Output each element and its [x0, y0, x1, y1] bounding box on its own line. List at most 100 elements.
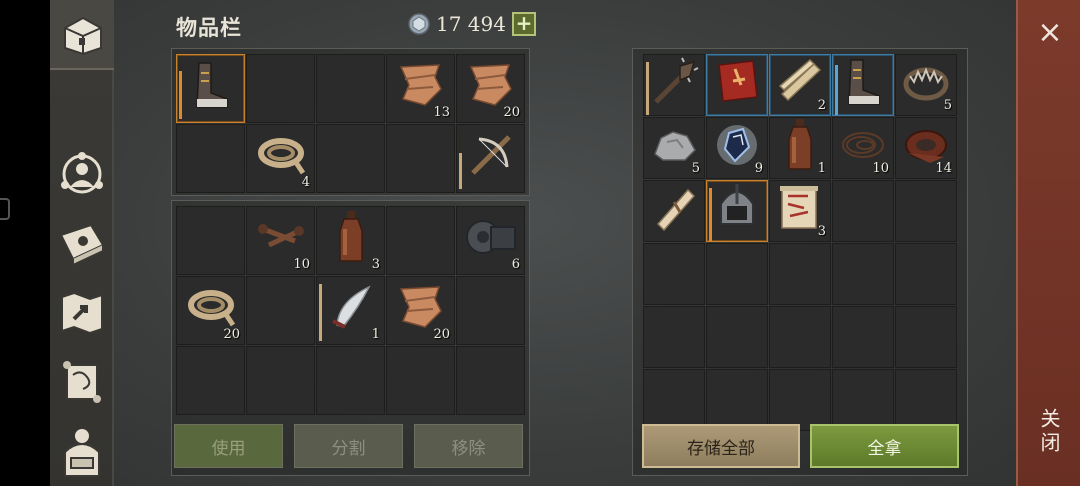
inventory-bottom-slot[interactable]: [176, 346, 245, 415]
storage-slot[interactable]: 2: [769, 54, 831, 116]
storage-slot[interactable]: [769, 306, 831, 368]
durability-bar: [319, 281, 322, 341]
inventory-grid-top: 13 20 4: [176, 54, 525, 193]
page-title: 物品栏: [176, 16, 242, 40]
tab-crafting[interactable]: [56, 218, 108, 270]
storage-slot[interactable]: [832, 180, 894, 242]
inventory-bottom-slot[interactable]: [316, 346, 385, 415]
add-currency-button[interactable]: +: [511, 12, 536, 36]
storage-slot[interactable]: 1: [769, 117, 831, 179]
durability-bar: [179, 59, 182, 119]
inventory-top-slot[interactable]: [316, 124, 385, 193]
chest-icon: [64, 16, 102, 56]
crafting-book-icon: [59, 223, 105, 267]
storage-grid: 2 5 5 9 1 10 14 3: [643, 54, 957, 431]
storage-slot[interactable]: 10: [832, 117, 894, 179]
inventory-bottom-slot[interactable]: 3: [316, 206, 385, 275]
inventory-bottom-slot[interactable]: 10: [246, 206, 315, 275]
scimitar-icon: [325, 281, 377, 337]
item-quantity: 1: [817, 161, 826, 176]
item-quantity: 5: [691, 161, 700, 176]
remove-button[interactable]: 移除: [414, 424, 523, 468]
tab-backpack[interactable]: [56, 426, 108, 478]
inventory-grid-bottom: 10 3 6 20 1 20: [176, 206, 525, 415]
item-quantity: 5: [943, 98, 952, 113]
screen-edge: [0, 0, 50, 486]
rope-icon: [255, 133, 307, 181]
item-quantity: 9: [754, 161, 763, 176]
inventory-bottom-slot[interactable]: [386, 346, 455, 415]
storage-slot[interactable]: [706, 180, 768, 242]
inventory-top-slot[interactable]: [316, 54, 385, 123]
paper-roll-icon: [648, 182, 700, 238]
inventory-top-slot[interactable]: [456, 124, 525, 193]
storage-slot[interactable]: [895, 243, 957, 305]
inventory-bottom-slot[interactable]: 20: [386, 276, 455, 345]
inventory-top-slot[interactable]: [246, 54, 315, 123]
storage-slot[interactable]: [832, 369, 894, 431]
storage-slot[interactable]: 5: [643, 117, 705, 179]
rope-icon: [185, 285, 237, 333]
inventory-top-slot[interactable]: 4: [246, 124, 315, 193]
close-label[interactable]: 关闭: [1034, 408, 1064, 456]
storage-slot[interactable]: 9: [706, 117, 768, 179]
tab-inventory[interactable]: [50, 0, 116, 70]
storage-slot[interactable]: [769, 243, 831, 305]
inventory-bottom-slot[interactable]: 6: [456, 206, 525, 275]
storage-slot[interactable]: [643, 180, 705, 242]
storage-slot[interactable]: [706, 306, 768, 368]
close-panel[interactable]: × 关闭: [1016, 0, 1080, 486]
crossbow-icon: [465, 129, 517, 185]
boots-icon: [841, 56, 885, 112]
storage-slot[interactable]: [706, 243, 768, 305]
item-quantity: 20: [433, 327, 450, 342]
storage-slot[interactable]: 5: [895, 54, 957, 116]
tab-character[interactable]: [56, 148, 108, 200]
storage-slot[interactable]: [895, 306, 957, 368]
tab-map[interactable]: [56, 286, 108, 338]
inventory-bottom-slot[interactable]: [246, 346, 315, 415]
currency-amount: 17 494: [436, 12, 506, 36]
storage-slot[interactable]: [895, 180, 957, 242]
take-all-button[interactable]: 全拿: [810, 424, 959, 468]
inventory-top-slot[interactable]: 20: [456, 54, 525, 123]
inventory-top-slot[interactable]: [176, 54, 245, 123]
nails-icon: [255, 215, 307, 263]
storage-slot[interactable]: [895, 369, 957, 431]
storage-slot[interactable]: [832, 306, 894, 368]
item-quantity: 3: [817, 224, 826, 239]
storage-slot[interactable]: [706, 54, 768, 116]
storage-slot[interactable]: [769, 369, 831, 431]
item-quantity: 20: [503, 105, 520, 120]
map-icon: [61, 291, 103, 335]
tab-quests[interactable]: [56, 356, 108, 408]
inventory-bottom-slot[interactable]: [386, 206, 455, 275]
inventory-bottom-slot[interactable]: [456, 346, 525, 415]
storage-slot[interactable]: 14: [895, 117, 957, 179]
storage-slot[interactable]: [643, 306, 705, 368]
inventory-bottom-slot[interactable]: [176, 206, 245, 275]
storage-slot[interactable]: [832, 54, 894, 116]
storage-slot[interactable]: 3: [769, 180, 831, 242]
inventory-top-slot[interactable]: [386, 124, 455, 193]
inventory-top-slot[interactable]: 13: [386, 54, 455, 123]
inventory-bottom-slot[interactable]: 1: [316, 276, 385, 345]
storage-slot[interactable]: [643, 54, 705, 116]
durability-bar: [709, 185, 712, 241]
split-button[interactable]: 分割: [294, 424, 403, 468]
character-icon: [61, 152, 103, 194]
helmet-icon: [713, 182, 761, 238]
storage-slot[interactable]: [643, 243, 705, 305]
inventory-bottom-slot[interactable]: [246, 276, 315, 345]
close-icon[interactable]: ×: [1036, 18, 1064, 48]
store-all-button[interactable]: 存储全部: [642, 424, 800, 468]
inventory-top-slot[interactable]: [176, 124, 245, 193]
gear-part-icon: [463, 213, 519, 265]
storage-slot[interactable]: [706, 369, 768, 431]
storage-slot[interactable]: [643, 369, 705, 431]
storage-slot[interactable]: [832, 243, 894, 305]
inventory-bottom-slot[interactable]: [456, 276, 525, 345]
item-quantity: 14: [935, 161, 952, 176]
inventory-bottom-slot[interactable]: 20: [176, 276, 245, 345]
use-button[interactable]: 使用: [174, 424, 283, 468]
